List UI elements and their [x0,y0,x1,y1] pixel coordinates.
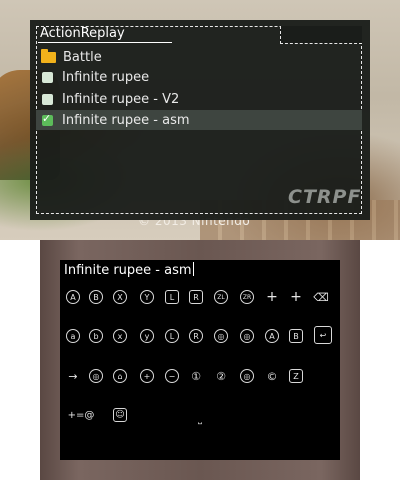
key-enter-icon[interactable]: ↩ [314,326,332,344]
key-smiley-icon[interactable]: ☺ [113,408,127,422]
key-arrow-right-icon[interactable]: → [66,369,80,383]
input-value: Infinite rupee - asm [64,263,192,278]
key-x-lower[interactable]: x [113,329,127,343]
cheat-menu-title: ActionReplay [40,26,125,41]
key-a-lower[interactable]: a [66,329,80,343]
keyboard-panel: Infinite rupee - asm A B X Y L R ZL ZR +… [60,260,340,460]
menu-item-label: Infinite rupee - asm [62,112,190,128]
key-player-1-icon[interactable]: ① [189,369,203,383]
menu-item-infinite-rupee-asm[interactable]: ✓ Infinite rupee - asm [36,110,362,130]
checkbox-unchecked-icon[interactable] [42,71,53,83]
key-power-icon[interactable]: ◎ [89,369,103,383]
key-y-button[interactable]: Y [140,290,154,304]
key-zr-button[interactable]: ZR [240,290,254,304]
key-space-icon[interactable]: ˽ [193,412,207,426]
menu-item-label: Infinite rupee [62,69,150,85]
key-minus-icon[interactable]: − [165,369,179,383]
menu-item-label: Battle [63,49,102,65]
key-dpad-icon[interactable]: + [265,289,279,305]
text-input-field[interactable]: Infinite rupee - asm [64,262,336,280]
key-r-button[interactable]: R [189,290,203,304]
menu-item-battle-folder[interactable]: Battle [36,47,362,67]
cheat-menu-title-notch [280,26,362,44]
folder-icon [41,48,56,63]
menu-item-label: Infinite rupee - V2 [62,91,180,107]
key-a-button[interactable]: A [66,290,80,304]
cheat-menu-title-underline [38,42,172,43]
key-l-circle[interactable]: L [165,329,179,343]
key-home-icon[interactable]: ⌂ [113,369,127,383]
key-x-button[interactable]: X [113,290,127,304]
key-y-lower[interactable]: y [140,329,154,343]
key-circle-pad-icon[interactable]: ◎ [214,329,228,343]
checkbox-checked-icon[interactable]: ✓ [42,111,53,126]
key-symbols-toggle[interactable]: +=@ [64,408,98,422]
key-c-stick-icon[interactable]: ◎ [240,329,254,343]
key-player-2-icon[interactable]: ② [214,369,228,383]
key-b-square[interactable]: B [289,329,303,343]
key-zl-button[interactable]: ZL [214,290,228,304]
key-dpad-alt-icon[interactable]: + [289,289,303,305]
key-circle-icon[interactable]: ◎ [240,369,254,383]
checkbox-unchecked-icon[interactable] [42,93,53,105]
key-b-button[interactable]: B [89,290,103,304]
text-caret [192,262,194,276]
key-copyright-icon[interactable]: © [265,369,279,383]
menu-item-infinite-rupee-v2[interactable]: Infinite rupee - V2 [36,89,362,109]
ctrpf-logo: CTRPF [288,186,362,208]
key-backspace-icon[interactable]: ⌫ [313,290,329,304]
key-plus-icon[interactable]: + [140,369,154,383]
checkmark-icon: ✓ [42,111,52,125]
key-z-square[interactable]: Z [289,369,303,383]
key-a-alt[interactable]: A [265,329,279,343]
top-screen: © 2013 Nintendo ActionReplay Battle Infi… [0,0,400,240]
menu-item-infinite-rupee[interactable]: Infinite rupee [36,67,362,87]
bottom-screen: Infinite rupee - asm A B X Y L R ZL ZR +… [40,240,360,480]
key-r-circle[interactable]: R [189,329,203,343]
key-l-button[interactable]: L [165,290,179,304]
key-b-lower[interactable]: b [89,329,103,343]
